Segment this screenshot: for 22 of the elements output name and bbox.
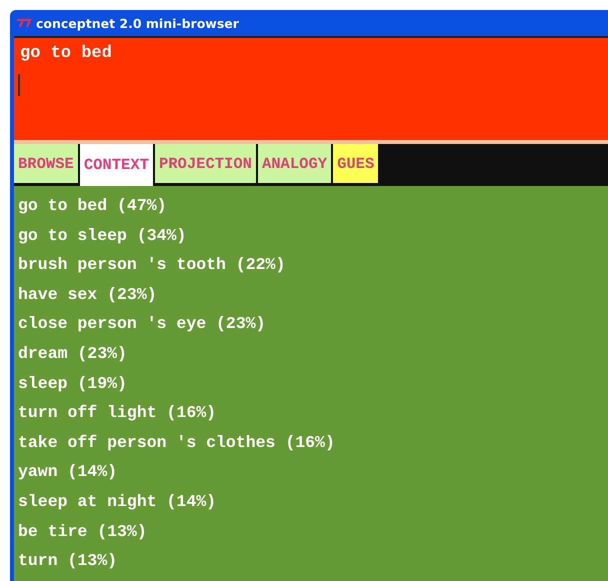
result-item[interactable]: close person 's eye (23%) [18,309,608,339]
result-item[interactable]: go to bed (47%) [18,191,608,221]
query-field[interactable]: go to bed [14,36,608,144]
tab[interactable]: GUES [333,144,378,183]
result-item[interactable]: have sex (23%) [18,280,608,310]
tab[interactable]: CONTEXT [80,144,153,186]
result-item[interactable]: dream (23%) [18,338,608,369]
result-item[interactable]: turn off light (16%) [18,398,608,428]
text-caret [18,74,20,96]
tab[interactable]: BROWSE [14,144,78,183]
result-item[interactable]: brush person 's tooth (22%) [18,250,608,280]
result-item[interactable]: be tire (13%) [18,516,608,546]
result-item[interactable]: turn (13%) [18,546,608,576]
result-item[interactable]: sleep at night (14%) [18,486,608,517]
result-item[interactable]: sleep (19%) [18,368,608,398]
app-icon [16,18,32,28]
result-item[interactable]: take off person 's clothes (16%) [18,428,608,458]
window-title: conceptnet 2.0 mini-browser [36,16,239,30]
tab[interactable]: ANALOGY [258,144,332,183]
result-item[interactable]: go to sleep (34%) [18,220,608,250]
result-item[interactable]: yawn (14%) [18,457,608,487]
tab[interactable]: PROJECTION [154,144,256,183]
